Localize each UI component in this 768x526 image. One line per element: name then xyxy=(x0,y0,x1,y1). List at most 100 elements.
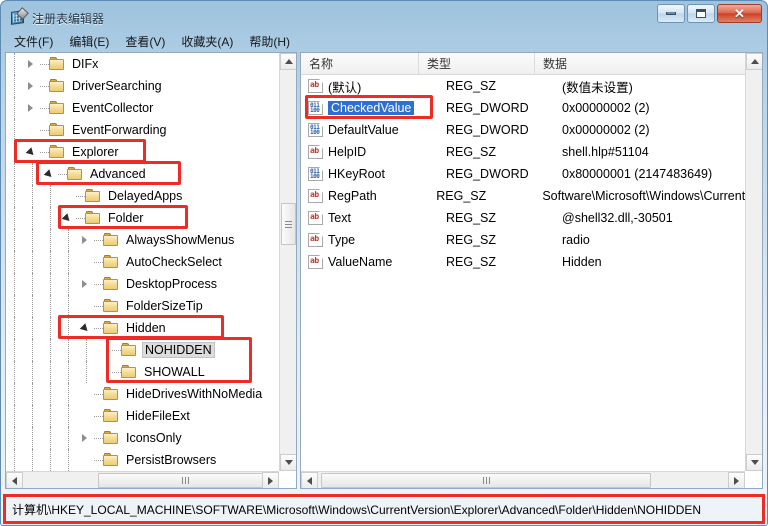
folder-icon xyxy=(121,365,138,379)
values-scroll-right-button[interactable] xyxy=(728,472,745,489)
expander-collapsed-icon[interactable] xyxy=(24,75,40,97)
menu-item-help[interactable]: 帮助(H) xyxy=(242,31,297,52)
value-row[interactable]: abValueNameREG_SZHidden xyxy=(301,251,745,273)
value-name: Text xyxy=(328,211,446,225)
tree-item-persistbrowsers[interactable]: PersistBrowsers xyxy=(6,449,279,471)
tree-item-desktopprocess[interactable]: DesktopProcess xyxy=(6,273,279,295)
value-row[interactable]: abHelpIDREG_SZshell.hlp#51104 xyxy=(301,141,745,163)
tree-item-showall[interactable]: SHOWALL xyxy=(6,361,279,383)
folder-icon xyxy=(121,343,138,357)
column-header-type[interactable]: 类型 xyxy=(419,53,535,74)
folder-icon xyxy=(49,145,66,159)
tree-indent xyxy=(24,207,42,229)
tree-item-iconsonly[interactable]: IconsOnly xyxy=(6,427,279,449)
value-row[interactable]: abRegPathREG_SZSoftware\Microsoft\Window… xyxy=(301,185,745,207)
registry-tree-pane: DIFxDriverSearchingEventCollectorEventFo… xyxy=(5,52,297,489)
expander-collapsed-icon[interactable] xyxy=(24,53,40,75)
values-horizontal-scrollbar[interactable] xyxy=(301,471,745,488)
tree-item-delayedapps[interactable]: DelayedApps xyxy=(6,185,279,207)
string-value-icon: ab xyxy=(308,211,323,225)
tree-scroll-up-button[interactable] xyxy=(280,53,297,70)
folder-icon xyxy=(103,431,120,445)
tree-item-alwaysshowmenus[interactable]: AlwaysShowMenus xyxy=(6,229,279,251)
tree-item-hidden[interactable]: Hidden xyxy=(6,317,279,339)
tree-item-autocheckselect[interactable]: AutoCheckSelect xyxy=(6,251,279,273)
menu-item-file[interactable]: 文件(F) xyxy=(7,31,60,52)
tree-scroll-left-button[interactable] xyxy=(6,472,23,489)
column-header-name[interactable]: 名称 xyxy=(301,53,419,74)
tree-connector xyxy=(76,218,85,219)
tree-horizontal-scrollbar[interactable] xyxy=(6,471,279,488)
value-row[interactable]: 011100DefaultValueREG_DWORD0x00000002 (2… xyxy=(301,119,745,141)
expander-expanded-icon[interactable] xyxy=(78,317,94,339)
tree-item-driversearching[interactable]: DriverSearching xyxy=(6,75,279,97)
menu-item-favorites[interactable]: 收藏夹(A) xyxy=(174,31,240,52)
tree-vertical-thumb[interactable] xyxy=(281,203,296,245)
values-horizontal-thumb[interactable] xyxy=(321,473,651,488)
tree-item-difx[interactable]: DIFx xyxy=(6,53,279,75)
dword-value-icon: 011100 xyxy=(308,123,323,137)
tree-item-nohidden[interactable]: NOHIDDEN xyxy=(6,339,279,361)
value-row[interactable]: 011100CheckedValueREG_DWORD0x00000002 (2… xyxy=(301,97,745,119)
expander-expanded-icon[interactable] xyxy=(60,207,76,229)
tree-connector xyxy=(94,416,103,417)
registry-tree[interactable]: DIFxDriverSearchingEventCollectorEventFo… xyxy=(6,53,279,471)
expander-collapsed-icon[interactable] xyxy=(78,427,94,449)
tree-scroll-right-button[interactable] xyxy=(262,472,279,489)
expander-collapsed-icon[interactable] xyxy=(78,229,94,251)
values-scroll-left-button[interactable] xyxy=(301,472,318,489)
value-name: HKeyRoot xyxy=(328,167,446,181)
folder-icon xyxy=(103,277,120,291)
menu-item-edit[interactable]: 编辑(E) xyxy=(62,31,116,52)
tree-vertical-scrollbar[interactable] xyxy=(279,53,296,471)
tree-item-hidefileext[interactable]: HideFileExt xyxy=(6,405,279,427)
arrow-left-icon xyxy=(12,477,17,485)
tree-item-label: AutoCheckSelect xyxy=(124,255,224,269)
arrow-up-icon xyxy=(285,59,293,64)
expander-expanded-icon[interactable] xyxy=(42,163,58,185)
tree-item-hidedriveswithnomedia[interactable]: HideDrivesWithNoMedia xyxy=(6,383,279,405)
tree-item-eventforwarding[interactable]: EventForwarding xyxy=(6,119,279,141)
value-row[interactable]: abTextREG_SZ@shell32.dll,-30501 xyxy=(301,207,745,229)
value-data: radio xyxy=(562,233,745,247)
tree-item-folder[interactable]: Folder xyxy=(6,207,279,229)
column-header-data[interactable]: 数据 xyxy=(535,53,762,74)
value-row[interactable]: abTypeREG_SZradio xyxy=(301,229,745,251)
tree-item-advanced[interactable]: Advanced xyxy=(6,163,279,185)
folder-icon xyxy=(85,189,102,203)
tree-horizontal-thumb[interactable] xyxy=(98,473,273,488)
values-list[interactable]: ab(默认)REG_SZ(数值未设置)011100CheckedValueREG… xyxy=(301,75,745,471)
value-row[interactable]: 011100HKeyRootREG_DWORD0x80000001 (21474… xyxy=(301,163,745,185)
expander-collapsed-icon[interactable] xyxy=(78,273,94,295)
tree-indent xyxy=(24,449,42,471)
tree-indent xyxy=(60,295,78,317)
tree-item-foldersizetip[interactable]: FolderSizeTip xyxy=(6,295,279,317)
tree-indent xyxy=(24,229,42,251)
values-scroll-down-button[interactable] xyxy=(746,454,763,471)
minimize-button[interactable] xyxy=(657,4,685,23)
tree-leaf-spacer xyxy=(96,339,112,361)
tree-indent xyxy=(42,405,60,427)
menu-item-view[interactable]: 查看(V) xyxy=(118,31,172,52)
values-scroll-up-button[interactable] xyxy=(746,53,763,70)
value-row[interactable]: ab(默认)REG_SZ(数值未设置) xyxy=(301,75,745,97)
expander-expanded-icon[interactable] xyxy=(24,141,40,163)
tree-indent xyxy=(42,317,60,339)
folder-icon xyxy=(49,101,66,115)
string-value-icon: ab xyxy=(308,79,323,93)
tree-scroll-down-button[interactable] xyxy=(280,454,297,471)
window-controls: ✕ xyxy=(657,4,762,23)
tree-item-eventcollector[interactable]: EventCollector xyxy=(6,97,279,119)
tree-indent xyxy=(24,383,42,405)
value-data: Hidden xyxy=(562,255,745,269)
expander-collapsed-icon[interactable] xyxy=(24,97,40,119)
client-area: DIFxDriverSearchingEventCollectorEventFo… xyxy=(5,52,763,489)
title-bar[interactable]: 注册表编辑器 ✕ xyxy=(1,1,767,31)
maximize-button[interactable] xyxy=(687,4,715,23)
arrow-right-icon xyxy=(268,477,273,485)
value-type: REG_DWORD xyxy=(446,167,562,181)
folder-icon xyxy=(67,167,84,181)
close-button[interactable]: ✕ xyxy=(717,4,762,23)
tree-item-explorer[interactable]: Explorer xyxy=(6,141,279,163)
values-vertical-scrollbar[interactable] xyxy=(745,53,762,471)
